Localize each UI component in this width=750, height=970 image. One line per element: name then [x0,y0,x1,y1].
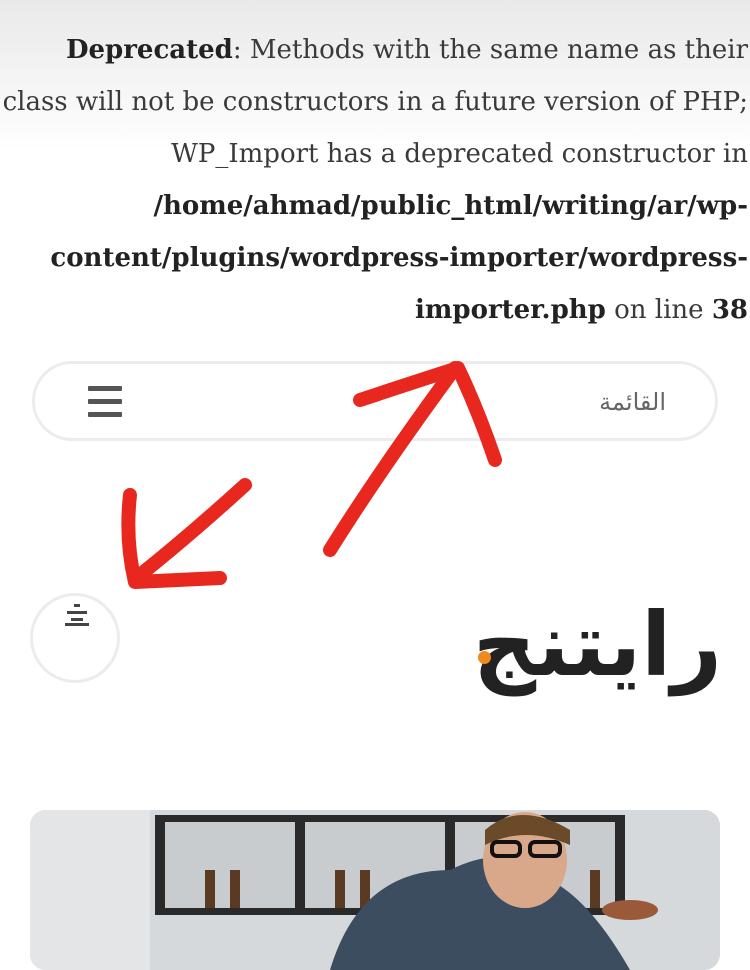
arrow-down-left-shaft [133,478,252,582]
annotation-arrows [121,361,502,589]
